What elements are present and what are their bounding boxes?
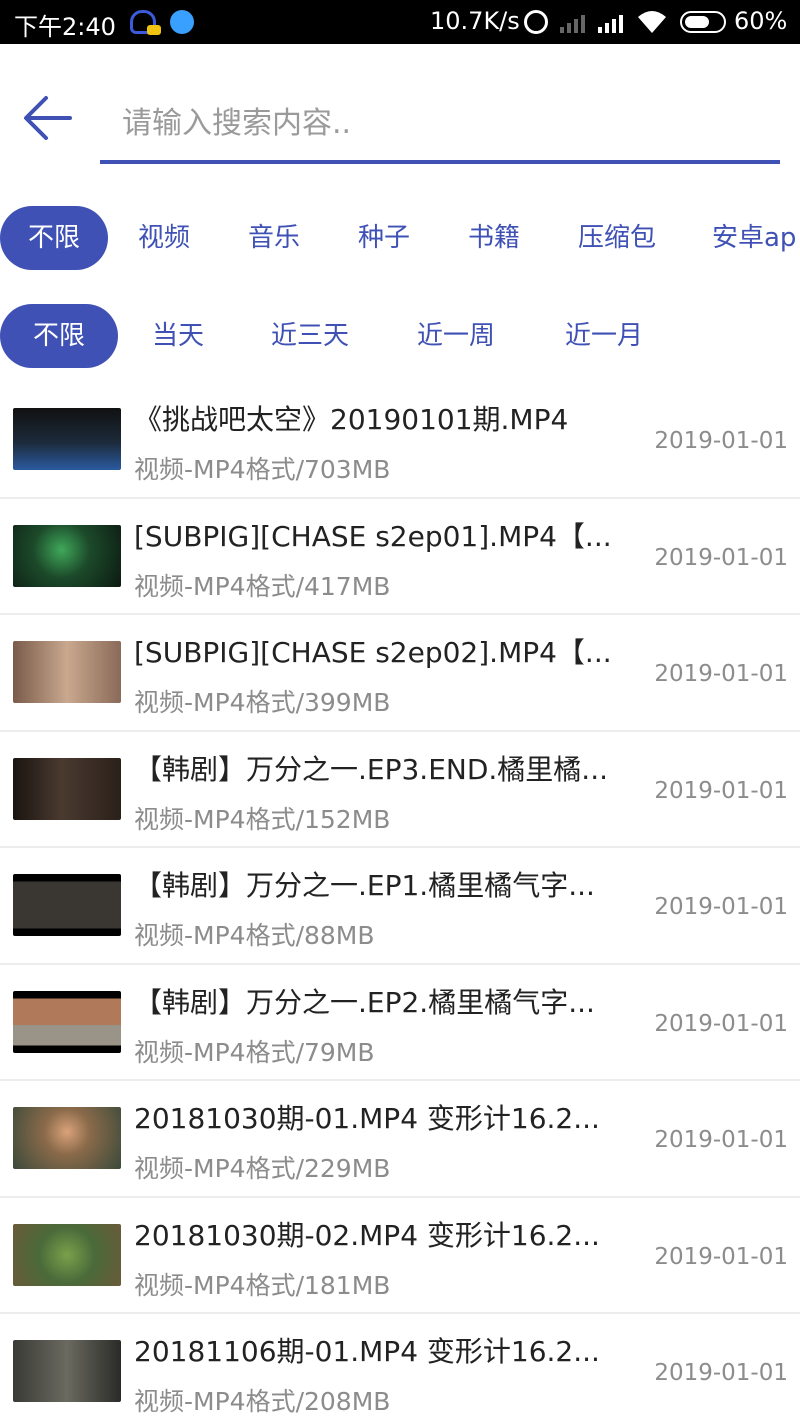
result-meta: 视频-MP4格式/181MB [134,1270,391,1300]
result-title: 20181030期-02.MP4 变形计16.2... [134,1218,600,1252]
date-filter-3days[interactable]: 近三天 [258,304,362,368]
back-arrow-icon[interactable] [22,92,74,144]
result-title: [SUBPIG][CHASE s2ep02].MP4【... [134,636,612,669]
video-thumbnail [13,641,121,703]
type-filter-android-app[interactable]: 安卓ap [712,206,796,270]
result-date: 2019-01-01 [654,1360,788,1386]
video-thumbnail [13,757,121,820]
alarm-icon [524,10,548,34]
type-filter-music[interactable]: 音乐 [228,206,320,270]
network-speed: 10.7K/s [430,7,520,35]
result-title: 20181030期-01.MP4 变形计16.2... [134,1102,600,1135]
status-bar: 下午2:40 10.7K/s 60% [0,0,800,44]
type-filter-video[interactable]: 视频 [118,206,210,270]
date-filter-all[interactable]: 不限 [0,304,118,368]
result-title: 【韩剧】万分之一.EP3.END.橘里橘... [134,752,608,786]
result-item[interactable]: 【韩剧】万分之一.EP3.END.橘里橘... 视频-MP4格式/152MB 2… [0,732,800,848]
result-date: 2019-01-01 [654,1243,788,1270]
status-time: 下午2:40 [14,13,116,41]
date-filter-month[interactable]: 近一月 [552,304,656,368]
result-item[interactable]: 【韩剧】万分之一.EP2.橘里橘气字... 视频-MP4格式/79MB 2019… [0,965,800,1081]
result-meta: 视频-MP4格式/208MB [134,1387,391,1416]
date-filter-today[interactable]: 当天 [132,304,224,368]
result-meta: 视频-MP4格式/417MB [134,571,391,601]
wifi-icon [638,11,666,33]
video-thumbnail [13,1107,121,1169]
result-item[interactable]: [SUBPIG][CHASE s2ep02].MP4【... 视频-MP4格式/… [0,615,800,732]
type-filter-all[interactable]: 不限 [0,206,108,270]
result-date: 2019-01-01 [654,1010,788,1037]
result-title: [SUBPIG][CHASE s2ep01].MP4【... [134,519,612,553]
type-filter-torrent[interactable]: 种子 [338,206,430,270]
signal-sim1-icon [598,15,623,33]
result-title: 20181106期-01.MP4 变形计16.2... [134,1335,600,1368]
video-thumbnail [13,990,121,1053]
notification-icons [130,10,194,35]
result-date: 2019-01-01 [654,894,788,920]
date-filter-row: 不限 当天 近三天 近一周 近一月 [0,304,800,368]
video-thumbnail [13,1340,121,1402]
result-date: 2019-01-01 [654,1127,788,1153]
date-filter-week[interactable]: 近一周 [404,304,508,368]
type-filter-archive[interactable]: 压缩包 [568,206,666,270]
result-title: 【韩剧】万分之一.EP2.橘里橘气字... [134,985,595,1019]
result-date: 2019-01-01 [654,777,788,804]
signal-sim2-icon [560,15,585,33]
video-thumbnail [13,524,121,587]
video-thumbnail [13,408,121,470]
result-date: 2019-01-01 [654,428,788,454]
result-item[interactable]: 20181106期-01.MP4 变形计16.2... 视频-MP4格式/208… [0,1314,800,1422]
video-thumbnail [13,874,121,936]
battery-percent: 60% [734,7,788,35]
result-item[interactable]: [SUBPIG][CHASE s2ep01].MP4【... 视频-MP4格式/… [0,499,800,615]
result-meta: 视频-MP4格式/88MB [134,921,375,950]
video-thumbnail [13,1223,121,1286]
result-date: 2019-01-01 [654,661,788,687]
result-date: 2019-01-01 [654,544,788,571]
bubble-app-icon [170,10,194,34]
battery-icon [680,11,726,33]
result-item[interactable]: 《挑战吧太空》20190101期.MP4 视频-MP4格式/703MB 2019… [0,382,800,499]
result-meta: 视频-MP4格式/79MB [134,1037,375,1067]
result-item[interactable]: 20181030期-02.MP4 变形计16.2... 视频-MP4格式/181… [0,1198,800,1314]
headset-app-icon [130,10,161,35]
type-filter-row: 不限 视频 音乐 种子 书籍 压缩包 安卓ap [0,206,800,270]
result-item[interactable]: 【韩剧】万分之一.EP1.橘里橘气字... 视频-MP4格式/88MB 2019… [0,848,800,965]
result-meta: 视频-MP4格式/703MB [134,455,391,484]
result-meta: 视频-MP4格式/152MB [134,804,391,834]
result-title: 【韩剧】万分之一.EP1.橘里橘气字... [134,869,595,902]
search-input[interactable] [100,86,780,164]
results-list: 《挑战吧太空》20190101期.MP4 视频-MP4格式/703MB 2019… [0,382,800,1422]
result-title: 《挑战吧太空》20190101期.MP4 [134,403,569,436]
result-item[interactable]: 20181030期-01.MP4 变形计16.2... 视频-MP4格式/229… [0,1081,800,1198]
result-meta: 视频-MP4格式/229MB [134,1154,391,1183]
result-meta: 视频-MP4格式/399MB [134,688,391,717]
type-filter-books[interactable]: 书籍 [448,206,540,270]
